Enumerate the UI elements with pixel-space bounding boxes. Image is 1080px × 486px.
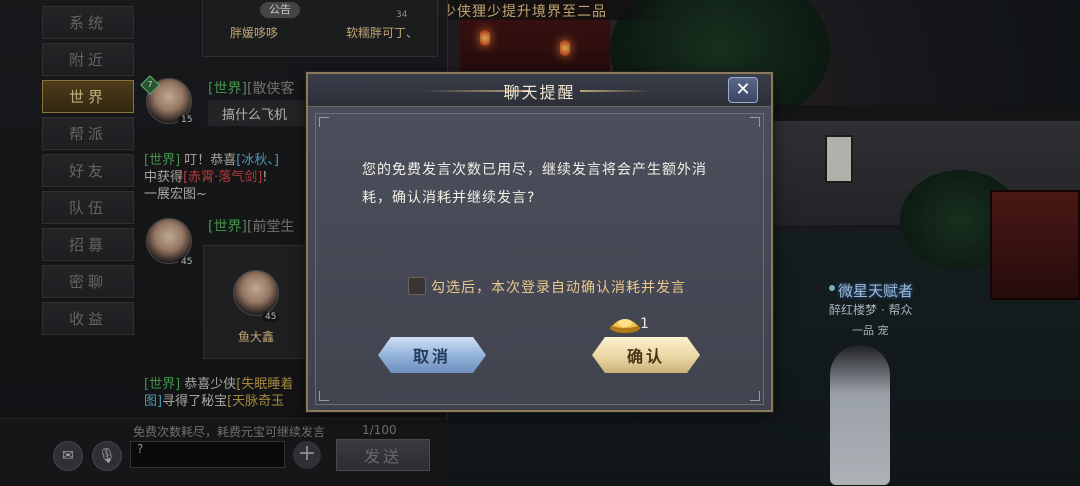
auto-confirm-label[interactable]: 勾选后，本次登录自动确认消耗并发言 <box>431 277 686 297</box>
dialog-body: 您的免费发言次数已用尽，继续发言将会产生额外消耗，确认消耗并继续发言? 勾选后，… <box>315 113 764 405</box>
gold-ingot-icon <box>610 319 640 333</box>
corner-ornament <box>750 391 760 401</box>
confirm-button-label: 确认 <box>626 347 665 366</box>
confirm-button[interactable]: 确认 <box>592 337 700 373</box>
close-icon: ✕ <box>735 79 751 100</box>
chat-reminder-dialog: 聊天提醒 ✕ 您的免费发言次数已用尽，继续发言将会产生额外消耗，确认消耗并继续发… <box>306 72 773 412</box>
close-button[interactable]: ✕ <box>728 77 758 103</box>
cancel-button-label: 取消 <box>412 347 451 366</box>
dialog-message: 您的免费发言次数已用尽，继续发言将会产生额外消耗，确认消耗并继续发言? <box>362 162 707 206</box>
corner-ornament <box>750 117 760 127</box>
cancel-button[interactable]: 取消 <box>378 337 486 373</box>
auto-confirm-checkbox[interactable] <box>408 277 426 295</box>
cost-value: 1 <box>640 316 649 332</box>
dialog-title: 聊天提醒 <box>503 83 576 102</box>
corner-ornament <box>319 117 329 127</box>
dialog-header: 聊天提醒 ✕ <box>308 74 771 107</box>
corner-ornament <box>319 391 329 401</box>
